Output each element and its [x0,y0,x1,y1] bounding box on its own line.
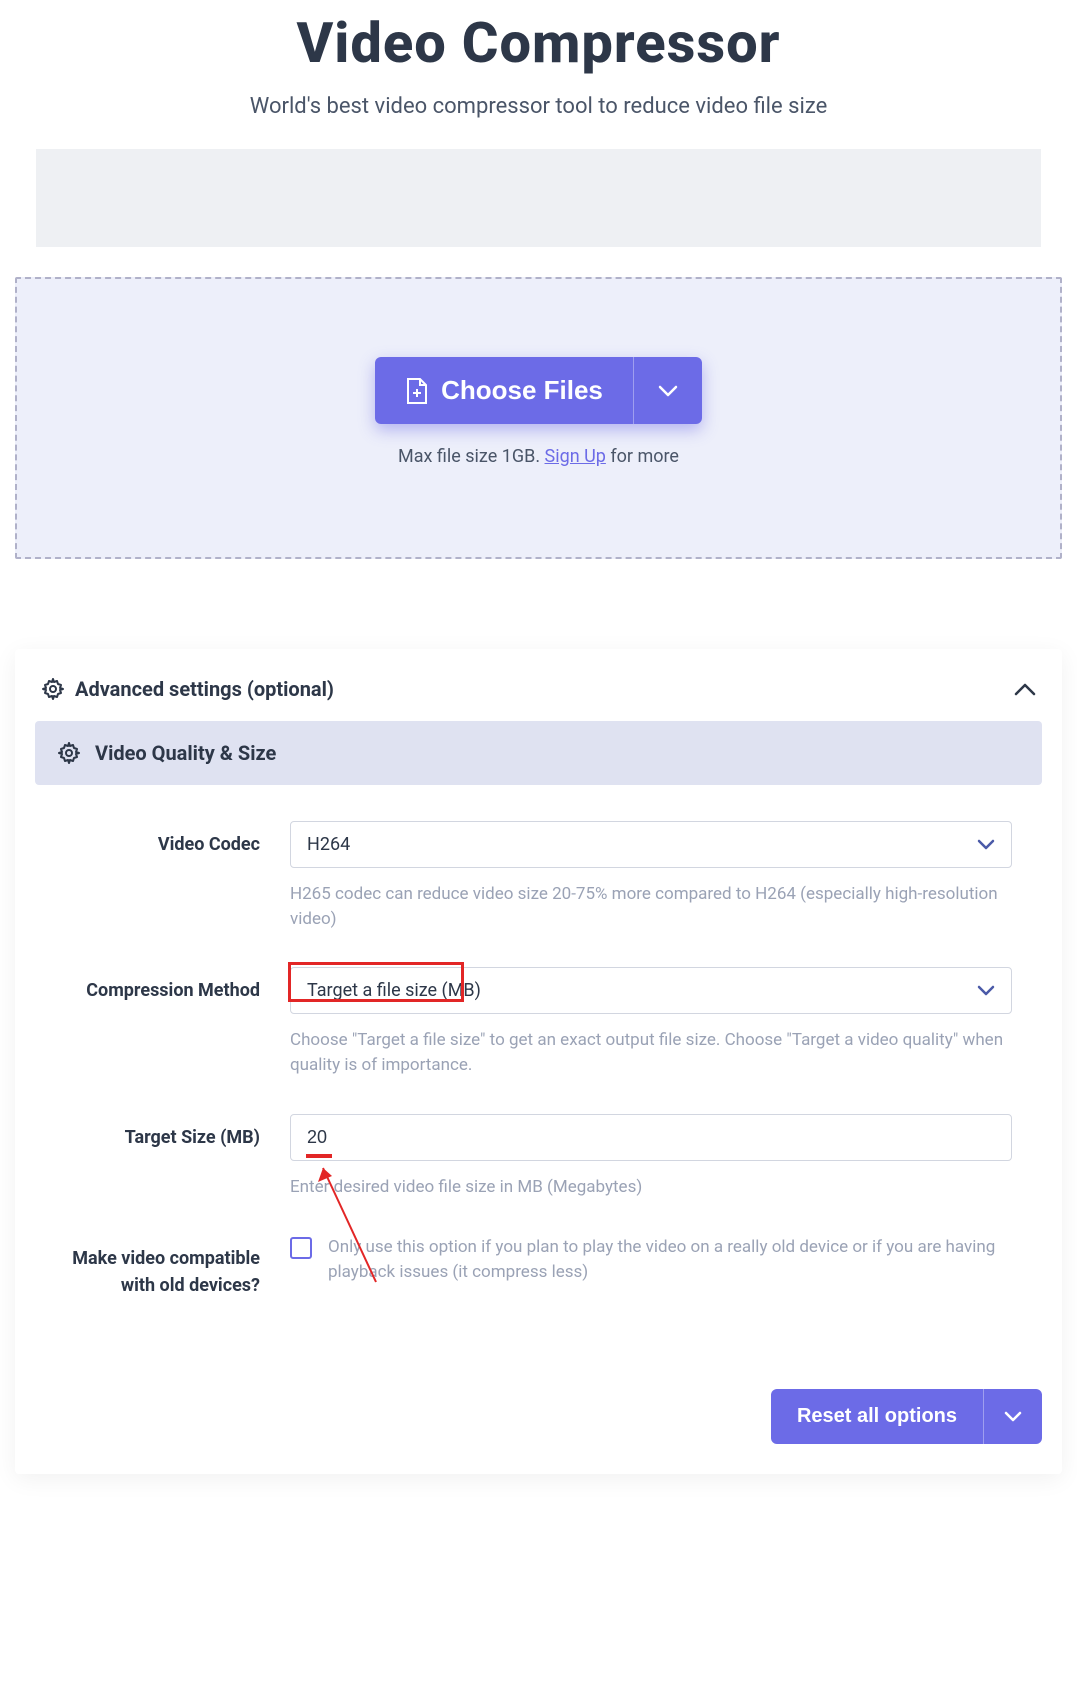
compat-label: Make video compatible with old devices? [45,1235,260,1299]
chevron-up-icon [1014,682,1036,696]
compression-method-hint: Choose "Target a file size" to get an ex… [290,1028,1012,1077]
gear-icon [41,677,65,701]
compression-method-value: Target a file size (MB) [307,980,481,1001]
dropzone-hint: Max file size 1GB. Sign Up for more [37,446,1040,467]
choose-files-label: Choose Files [441,375,603,406]
ad-placeholder [36,149,1041,247]
section-video-quality-size: Video Quality & Size [35,721,1042,785]
target-size-hint: Enter desired video file size in MB (Meg… [290,1175,1012,1200]
video-codec-value: H264 [307,834,350,855]
chevron-down-icon [977,985,995,996]
choose-files-button[interactable]: Choose Files [375,357,633,424]
signup-link[interactable]: Sign Up [545,446,606,467]
reset-all-options-dropdown-button[interactable] [983,1389,1042,1444]
compat-checkbox[interactable] [290,1237,312,1259]
section-label: Video Quality & Size [95,741,276,765]
file-add-icon [405,377,429,405]
page-title: Video Compressor [15,10,1062,76]
compat-hint: Only use this option if you plan to play… [328,1235,1012,1284]
chevron-down-icon [1004,1411,1022,1422]
choose-files-dropdown-button[interactable] [633,357,702,424]
chevron-down-icon [977,839,995,850]
compression-method-select[interactable]: Target a file size (MB) [290,967,1012,1014]
chevron-down-icon [658,385,678,397]
file-dropzone[interactable]: Choose Files Max file size 1GB. Sign Up … [15,277,1062,559]
compression-method-label: Compression Method [45,967,260,1077]
target-size-label: Target Size (MB) [45,1114,260,1200]
video-codec-hint: H265 codec can reduce video size 20-75% … [290,882,1012,931]
hint-prefix: Max file size 1GB. [398,446,545,467]
page-subtitle: World's best video compressor tool to re… [15,94,1062,119]
video-codec-label: Video Codec [45,821,260,931]
advanced-settings-label: Advanced settings (optional) [75,677,334,701]
hint-suffix: for more [606,446,679,467]
target-size-input[interactable] [290,1114,1012,1161]
advanced-settings-header[interactable]: Advanced settings (optional) [35,677,1042,721]
video-codec-select[interactable]: H264 [290,821,1012,868]
reset-all-options-button[interactable]: Reset all options [771,1389,983,1444]
gear-icon [57,741,81,765]
